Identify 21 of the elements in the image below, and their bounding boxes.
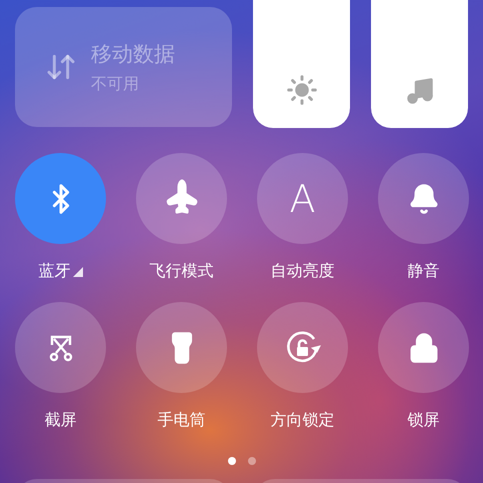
tile-title: 移动数据 <box>91 40 175 68</box>
tile-status: 不可用 <box>91 74 140 94</box>
auto-brightness-glyph: A <box>290 180 316 218</box>
toggle-label: 截屏 <box>44 410 76 431</box>
brightness-icon <box>286 74 318 106</box>
expand-corner-icon[interactable] <box>72 266 82 276</box>
bell-icon <box>408 182 440 214</box>
toggle-label: 蓝牙 <box>38 261 70 282</box>
toggle-button[interactable]: A <box>257 153 348 244</box>
toggle-label: 锁屏 <box>408 410 440 431</box>
brightness-slider[interactable] <box>253 0 350 128</box>
toggle-label: 飞行模式 <box>150 261 214 282</box>
toggle-label: 自动亮度 <box>270 261 334 282</box>
page-dot[interactable] <box>228 457 236 465</box>
toggle-label: 手电筒 <box>158 410 206 431</box>
toggle-label: 方向锁定 <box>270 410 334 431</box>
music-note-icon <box>404 76 434 106</box>
page-dot[interactable] <box>248 457 256 465</box>
lock-icon <box>408 332 440 364</box>
volume-slider[interactable] <box>371 0 468 128</box>
toggle-label: 静音 <box>408 261 440 282</box>
